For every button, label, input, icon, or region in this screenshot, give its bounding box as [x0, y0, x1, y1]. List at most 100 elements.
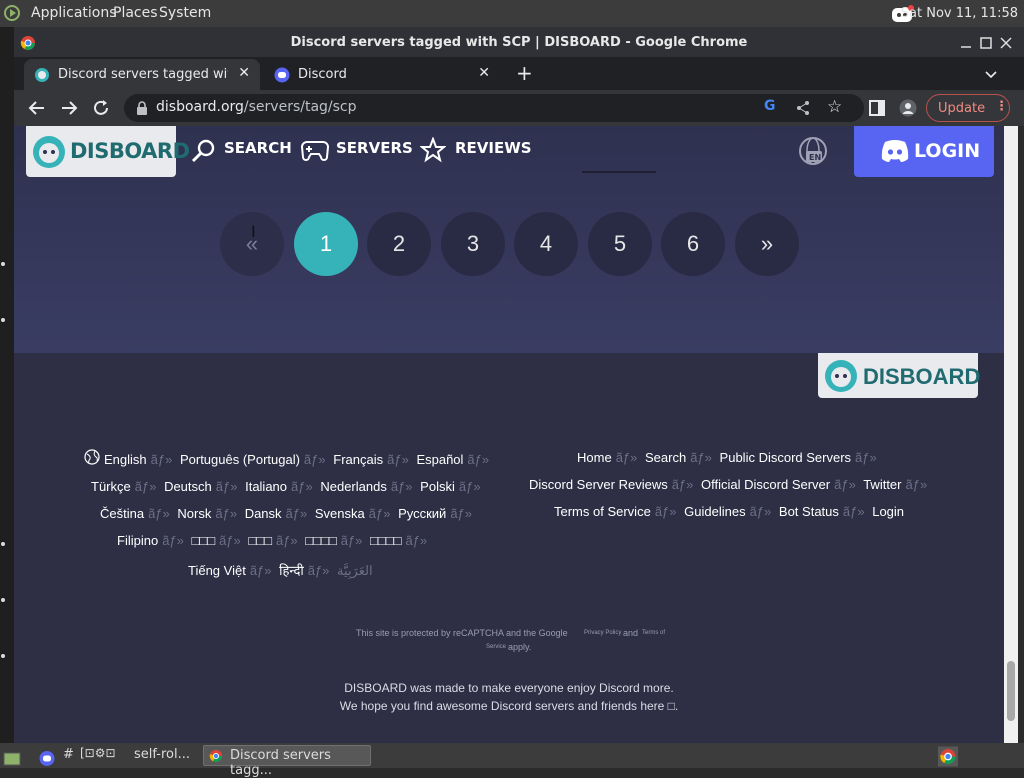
- side-panel-icon[interactable]: [869, 100, 885, 116]
- lang-norwegian[interactable]: Norsk: [177, 506, 211, 521]
- pagination-page-1[interactable]: 1: [294, 212, 358, 276]
- scrollbar-thumb[interactable]: [1007, 661, 1015, 721]
- bookmark-star-icon[interactable]: ☆: [827, 97, 842, 117]
- lang-czech[interactable]: Čeština: [100, 506, 144, 521]
- privacy-policy-link[interactable]: Privacy Policy: [584, 630, 621, 636]
- separator: ãƒ»: [148, 506, 170, 521]
- taskbar-self-roles[interactable]: self-rol...: [134, 747, 190, 768]
- lang-italian[interactable]: Italiano: [245, 479, 287, 494]
- link-bot-status[interactable]: Bot Status: [779, 504, 839, 519]
- separator: ãƒ»: [690, 450, 712, 465]
- gamepad-icon[interactable]: [301, 139, 329, 161]
- search-icon[interactable]: [190, 138, 216, 164]
- lang-filipino[interactable]: Filipino: [117, 533, 158, 548]
- chrome-tray-icon[interactable]: [938, 746, 958, 767]
- logo-text: DISBOARD: [70, 139, 190, 163]
- nav-servers[interactable]: SERVERS: [336, 139, 413, 157]
- kebab-menu-icon[interactable]: ⋮: [995, 99, 1008, 114]
- link-twitter[interactable]: Twitter: [863, 477, 901, 492]
- login-label: LOGIN: [914, 140, 981, 162]
- lang-danish[interactable]: Dansk: [245, 506, 282, 521]
- window-titlebar[interactable]: Discord servers tagged with SCP | DISBOA…: [14, 27, 1024, 57]
- link-search[interactable]: Search: [645, 450, 686, 465]
- lang-spanish[interactable]: Español: [416, 452, 463, 467]
- page-scrollbar[interactable]: [1004, 126, 1018, 743]
- close-tab-icon[interactable]: ✕: [478, 65, 490, 81]
- tab-strip: Discord servers tagged with SC ✕ Discord…: [14, 57, 1024, 90]
- chevron-down-icon[interactable]: [984, 67, 998, 81]
- link-public-servers[interactable]: Public Discord Servers: [720, 450, 852, 465]
- show-desktop-icon[interactable]: [3, 748, 21, 769]
- terms-link[interactable]: Terms of: [642, 630, 665, 636]
- gnome-foot-icon[interactable]: [3, 4, 23, 22]
- taskbar-channel[interactable]: #: [63, 747, 74, 768]
- footer-disboard-logo[interactable]: DISBOARD: [818, 353, 980, 398]
- lang-hindi[interactable]: हिन्दी: [279, 563, 304, 578]
- login-button[interactable]: LOGIN: [854, 126, 994, 177]
- lock-icon[interactable]: [136, 101, 148, 115]
- forward-icon[interactable]: [60, 99, 78, 117]
- lang-swedish[interactable]: Svenska: [315, 506, 365, 521]
- maximize-icon[interactable]: [980, 37, 992, 49]
- lang-english[interactable]: English: [104, 452, 147, 467]
- lang-arabic[interactable]: العَرَبِيَّة: [337, 563, 373, 578]
- back-icon[interactable]: [28, 99, 46, 117]
- address-bar[interactable]: disboard.org/servers/tag/scp G ☆: [124, 94, 864, 122]
- service-link[interactable]: Service: [486, 644, 506, 650]
- link-server-reviews[interactable]: Discord Server Reviews: [529, 477, 668, 492]
- pagination-page-3[interactable]: 3: [441, 212, 505, 276]
- taskbar-chrome-window[interactable]: Discord servers tagg...: [203, 745, 371, 778]
- separator: ãƒ»: [654, 504, 677, 519]
- menu-places[interactable]: Places: [113, 5, 158, 21]
- lang-german[interactable]: Deutsch: [164, 479, 212, 494]
- dock-marker: [1, 262, 5, 266]
- lang-french[interactable]: Français: [333, 452, 383, 467]
- link-home[interactable]: Home: [577, 450, 612, 465]
- link-login[interactable]: Login: [872, 504, 904, 519]
- pagination-page-2[interactable]: 2: [367, 212, 431, 276]
- pagination-page-6[interactable]: 6: [661, 212, 725, 276]
- dock-marker: [1, 654, 5, 658]
- close-tab-icon[interactable]: ✕: [238, 65, 250, 81]
- lang-russian[interactable]: Русский: [398, 506, 446, 521]
- menu-applications[interactable]: Applications: [31, 5, 117, 21]
- tab-disboard[interactable]: Discord servers tagged with SC ✕: [24, 59, 260, 90]
- lang-cjk-2[interactable]: □□□: [248, 533, 272, 548]
- close-window-icon[interactable]: [1000, 37, 1012, 49]
- lang-polish[interactable]: Polski: [420, 479, 455, 494]
- discord-taskbar-icon[interactable]: [39, 748, 55, 769]
- share-icon[interactable]: [795, 100, 811, 116]
- window-title: Discord servers tagged with SCP | DISBOA…: [290, 35, 748, 50]
- google-lens-icon[interactable]: G: [764, 98, 776, 114]
- profile-avatar-icon[interactable]: [899, 99, 917, 117]
- disboard-logo[interactable]: DISBOARD: [26, 126, 190, 177]
- new-tab-icon[interactable]: +: [516, 61, 533, 85]
- url-host: disboard.org: [156, 99, 244, 115]
- pagination-next[interactable]: »: [735, 212, 799, 276]
- terminal-icon[interactable]: [⊡⚙⊡: [80, 746, 116, 767]
- lang-turkish[interactable]: Türkçe: [91, 479, 131, 494]
- link-official-server[interactable]: Official Discord Server: [701, 477, 830, 492]
- lang-dutch[interactable]: Nederlands: [320, 479, 387, 494]
- language-row-2: Türkçe ãƒ» Deutsch ãƒ» Italiano ãƒ» Nederla…: [91, 479, 485, 494]
- panel-clock[interactable]: Sat Nov 11, 11:58: [901, 6, 1018, 21]
- lang-cjk-4[interactable]: □□□□: [370, 533, 401, 548]
- lang-cjk-3[interactable]: □□□□: [305, 533, 336, 548]
- pagination-page-5[interactable]: 5: [588, 212, 652, 276]
- minimize-icon[interactable]: [960, 37, 972, 49]
- pagination-page-4[interactable]: 4: [514, 212, 578, 276]
- star-icon[interactable]: [420, 137, 446, 163]
- lang-portuguese[interactable]: Português (Portugal): [180, 452, 300, 467]
- lang-cjk-1[interactable]: □□□: [192, 533, 216, 548]
- lang-vietnamese[interactable]: Tiếng Việt: [188, 563, 246, 578]
- link-terms[interactable]: Terms of Service: [554, 504, 651, 519]
- nav-search[interactable]: SEARCH: [224, 139, 292, 157]
- footer-links-row-3: Terms of Service ãƒ» Guidelines ãƒ» Bot St…: [554, 504, 904, 519]
- tab-discord[interactable]: Discord ✕: [264, 59, 500, 90]
- link-guidelines[interactable]: Guidelines: [684, 504, 745, 519]
- menu-system[interactable]: System: [159, 5, 211, 21]
- update-button[interactable]: Update ⋮: [926, 94, 1010, 122]
- nav-reviews[interactable]: REVIEWS: [455, 139, 532, 157]
- reload-icon[interactable]: [92, 99, 110, 117]
- url-text[interactable]: disboard.org/servers/tag/scp: [156, 99, 357, 115]
